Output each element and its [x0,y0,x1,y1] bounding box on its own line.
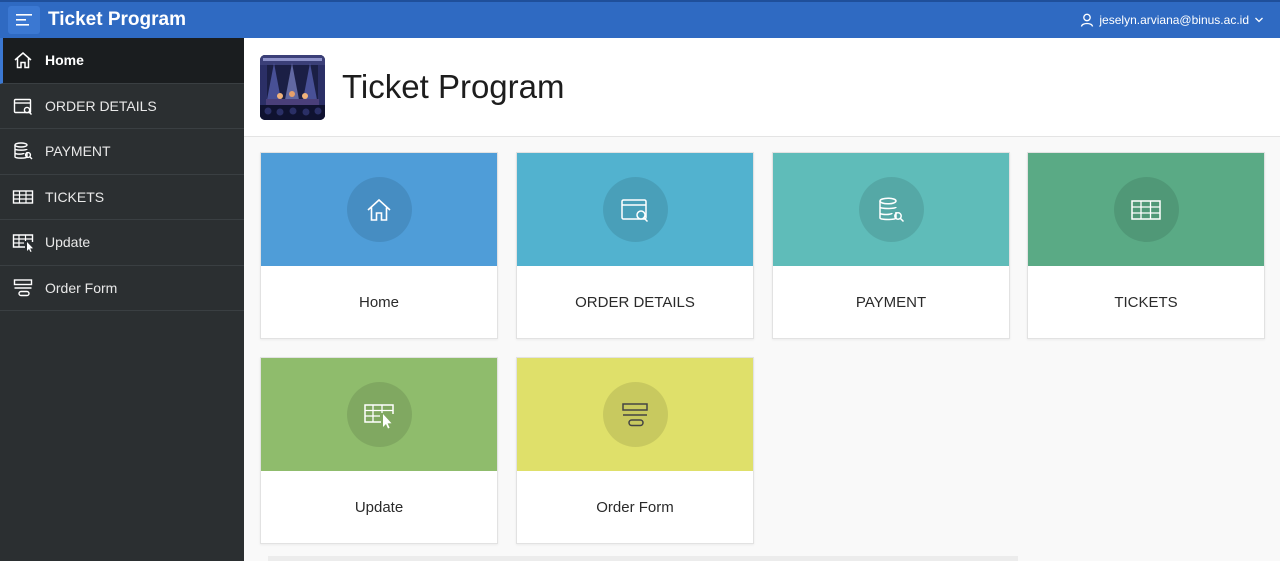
card-icon-circle [346,382,412,447]
order-details-icon [621,198,649,222]
form-icon [622,402,648,426]
card-color-header [1028,153,1264,266]
card-order-details[interactable]: ORDER DETAILS [516,152,754,339]
sidebar-item-label: Update [45,234,91,251]
card-icon-circle [1113,177,1179,242]
card-icon-circle [858,177,924,242]
card-update[interactable]: Update [260,357,498,544]
chevron-down-icon [1255,17,1263,23]
form-icon [11,276,35,300]
card-color-header [517,358,753,471]
sidebar-item-label: ORDER DETAILS [45,97,157,114]
sidebar: Home ORDER DETAILS PAYMENT TICKETS Updat… [0,38,244,561]
hamburger-icon [16,14,32,26]
card-color-header [773,153,1009,266]
card-color-header [261,153,497,266]
table-cursor-icon [364,403,394,428]
sidebar-item-payment[interactable]: PAYMENT [0,129,244,175]
card-payment[interactable]: PAYMENT [772,152,1010,339]
sidebar-item-label: PAYMENT [45,143,111,160]
card-label: Home [358,294,399,311]
payment-icon [879,196,905,222]
user-menu[interactable]: jeselyn.arviana@binus.ac.id [1080,2,1264,38]
sidebar-item-tickets[interactable]: TICKETS [0,175,244,220]
card-order-form[interactable]: Order Form [516,357,754,544]
card-label: TICKETS [1114,294,1178,311]
card-icon-circle [346,177,412,242]
sidebar-item-order-details[interactable]: ORDER DETAILS [0,84,244,129]
top-navigation-bar: Ticket Program jeselyn.arviana@binus.ac.… [0,0,1280,38]
card-color-header [261,358,497,471]
payment-icon [11,139,35,163]
table-icon [11,185,35,209]
card-label: PAYMENT [855,294,927,311]
user-icon [1081,13,1094,27]
sidebar-item-update[interactable]: Update [0,220,244,266]
card-label: Order Form [596,499,674,516]
sidebar-item-order-form[interactable]: Order Form [0,266,244,311]
page-title: Ticket Program [342,68,565,105]
sidebar-item-label: Home [45,52,84,69]
home-icon [11,48,35,72]
region-divider [268,556,1018,561]
card-label: Update [354,499,404,516]
card-label: ORDER DETAILS [575,294,695,311]
concert-stage-image [260,54,325,120]
user-email: jeselyn.arviana@binus.ac.id [1099,13,1249,27]
card-tickets[interactable]: TICKETS [1027,152,1265,339]
table-icon [1131,199,1161,220]
sidebar-item-home[interactable]: Home [0,38,244,84]
main-content: Ticket Program Home ORDER DETAILS PAYMEN… [244,38,1280,561]
sidebar-item-label: Order Form [45,279,118,296]
table-cursor-icon [11,230,35,254]
home-icon [367,198,391,221]
card-color-header [517,153,753,266]
menu-toggle-button[interactable] [8,6,40,34]
card-home[interactable]: Home [260,152,498,339]
app-title[interactable]: Ticket Program [48,9,186,31]
page-hero: Ticket Program [244,38,1280,137]
order-details-icon [11,94,35,118]
sidebar-item-label: TICKETS [45,188,105,205]
card-icon-circle [602,382,668,447]
card-icon-circle [602,177,668,242]
